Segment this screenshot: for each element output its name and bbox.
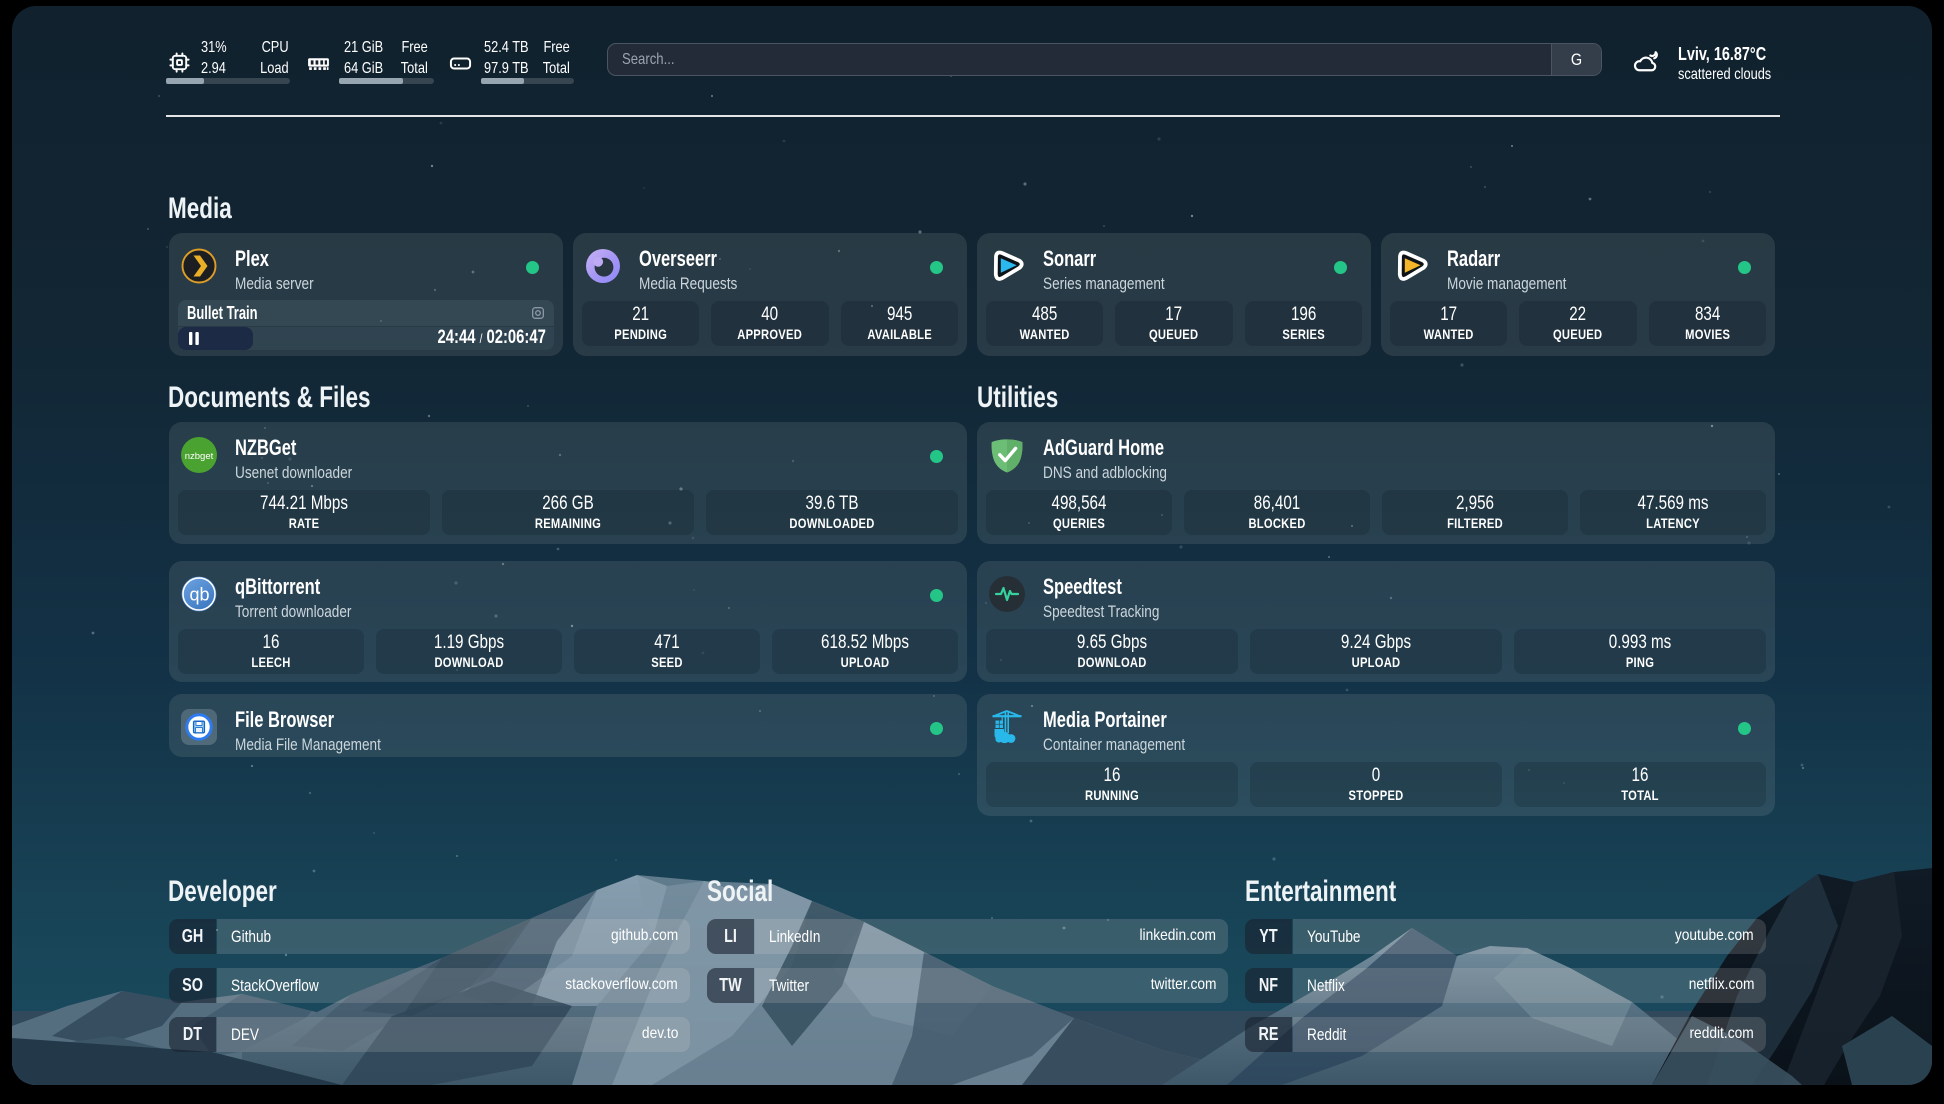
svg-text:qb: qb [189,585,209,605]
svg-text:nzbget: nzbget [185,451,214,462]
